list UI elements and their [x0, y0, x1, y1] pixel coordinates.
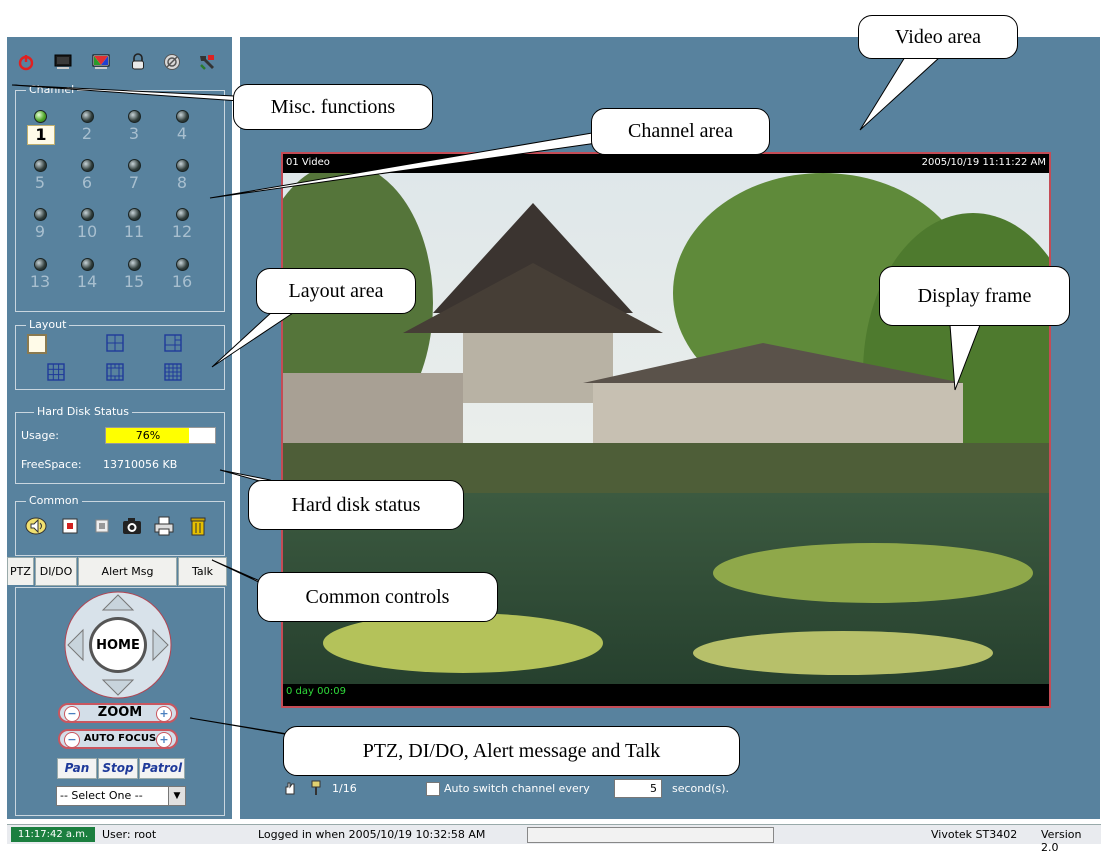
callout-video-area: Video area — [858, 15, 1018, 59]
callout-layout-area: Layout area — [256, 268, 416, 314]
callout-channel-area: Channel area — [591, 108, 770, 155]
callout-display-frame: Display frame — [879, 266, 1070, 326]
callout-common-controls: Common controls — [257, 572, 498, 622]
callout-pointers — [11, 56, 981, 741]
callout-hard-disk-status: Hard disk status — [248, 480, 464, 530]
callout-misc-functions: Misc. functions — [233, 84, 433, 130]
callout-ptz: PTZ, DI/DO, Alert message and Talk — [283, 726, 740, 776]
